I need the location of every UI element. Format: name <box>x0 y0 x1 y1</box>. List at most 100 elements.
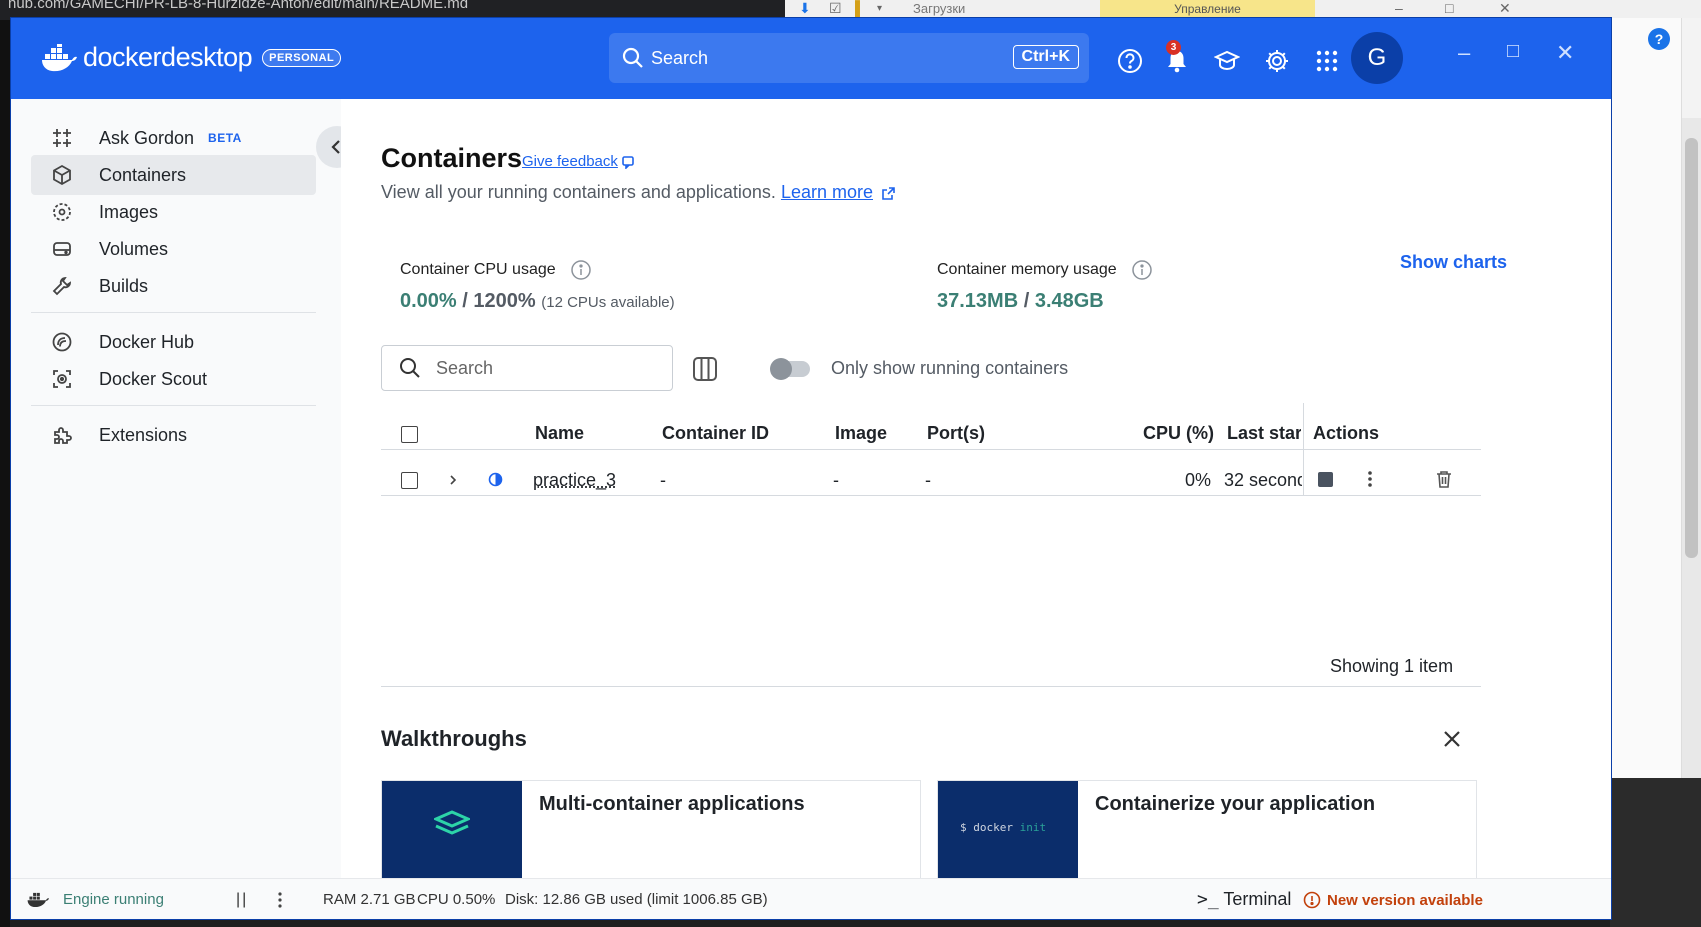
layers-icon <box>434 810 470 835</box>
column-header-container-id[interactable]: Container ID <box>662 423 769 444</box>
trash-icon[interactable] <box>1435 469 1453 489</box>
sidebar-item-extensions[interactable]: Extensions <box>31 415 316 455</box>
walkthrough-thumbnail <box>382 781 522 879</box>
cpu-separator: / <box>456 290 474 312</box>
sidebar-item-label: Builds <box>99 275 149 296</box>
column-header-actions: Actions <box>1313 423 1380 443</box>
columns-icon[interactable] <box>691 355 719 383</box>
cpu-note: (12 CPUs available) <box>541 294 675 311</box>
bg-close-icon: ✕ <box>1499 0 1511 16</box>
sidebar-item-docker-hub[interactable]: Docker Hub <box>31 322 316 362</box>
pause-icon[interactable]: || <box>236 891 248 909</box>
close-icon[interactable]: ✕ <box>1556 40 1574 66</box>
cpu-usage: CPU 0.50% <box>417 891 496 908</box>
dropdown-icon: ▾ <box>877 3 883 14</box>
walkthrough-card-multi-container[interactable]: Multi-container applications <box>381 780 921 879</box>
sidebar-item-docker-scout[interactable]: Docker Scout <box>31 359 316 399</box>
docker-whale-icon <box>27 892 49 908</box>
cpu-total: 1200% <box>473 290 536 312</box>
feedback-icon <box>622 156 634 169</box>
column-header-ports[interactable]: Port(s) <box>927 423 985 444</box>
learn-more-link[interactable]: Learn more <box>781 182 873 202</box>
help-circle-icon[interactable] <box>1117 48 1143 74</box>
more-vert-icon[interactable] <box>1364 469 1376 489</box>
sparkle-icon <box>53 129 71 147</box>
user-avatar[interactable]: G <box>1351 32 1403 84</box>
terminal-icon: >_ <box>1197 889 1219 910</box>
checklist-icon: ☑ <box>829 0 842 16</box>
walkthrough-card-title: Multi-container applications <box>539 793 805 815</box>
memory-total: 3.48GB <box>1034 290 1104 312</box>
wrench-icon <box>52 277 71 296</box>
container-cpu-cell: 0% <box>1185 470 1212 490</box>
background-pane <box>1610 18 1682 778</box>
docker-desktop-window: dockerdesktop PERSONAL Search Ctrl+K 3 G… <box>11 18 1611 919</box>
info-icon[interactable] <box>570 259 592 281</box>
status-bar: Engine running || RAM 2.71 GB CPU 0.50% … <box>11 878 1611 919</box>
memory-usage-label-text: Container memory usage <box>937 261 1117 278</box>
column-header-cpu[interactable]: CPU (%) <box>1143 423 1214 444</box>
sidebar-item-images[interactable]: Images <box>31 192 316 232</box>
puzzle-icon <box>54 427 72 444</box>
show-charts-button[interactable]: Show charts <box>1400 252 1507 273</box>
item-count: Showing 1 item <box>1330 656 1454 676</box>
container-id-cell: - <box>660 470 666 490</box>
brand-name: dockerdesktop <box>83 42 253 73</box>
hub-icon <box>52 332 72 352</box>
container-search[interactable] <box>381 345 673 391</box>
select-all-checkbox[interactable] <box>401 426 418 443</box>
terminal-button[interactable]: >_ Terminal <box>1197 889 1291 910</box>
running-only-toggle[interactable] <box>770 358 810 380</box>
maximize-icon[interactable]: □ <box>1507 40 1519 63</box>
learning-center-icon[interactable] <box>1214 48 1240 74</box>
sidebar-item-builds[interactable]: Builds <box>31 266 316 306</box>
sidebar-item-ask-gordon[interactable]: Ask Gordon BETA <box>31 118 316 158</box>
toggle-knob <box>770 358 792 380</box>
container-name-link[interactable]: practice_3 <box>533 470 616 491</box>
help-icon: ? <box>1648 28 1670 50</box>
sidebar-item-volumes[interactable]: Volumes <box>31 229 316 269</box>
main-content: Containers Give feedback View all your r… <box>341 99 1611 879</box>
downloads-label: Загрузки <box>913 1 966 16</box>
docker-whale-icon <box>42 43 77 71</box>
walkthroughs-title: Walkthroughs <box>381 726 527 751</box>
container-ports-cell: - <box>925 470 931 490</box>
chevron-right-icon[interactable] <box>447 473 459 487</box>
container-search-input[interactable] <box>436 357 656 379</box>
header-divider <box>381 449 1481 450</box>
engine-status[interactable]: Engine running <box>63 891 164 908</box>
apps-grid-icon[interactable] <box>1314 48 1340 74</box>
more-vert-icon[interactable] <box>274 891 286 909</box>
close-walkthroughs-icon[interactable] <box>1441 728 1463 750</box>
column-header-name[interactable]: Name <box>535 423 584 444</box>
gear-icon[interactable] <box>1264 48 1290 74</box>
memory-usage-label: Container memory usage <box>937 259 1153 281</box>
stop-icon[interactable] <box>1318 472 1333 487</box>
minimize-icon[interactable]: – <box>1458 40 1470 66</box>
docker-logo: dockerdesktop PERSONAL <box>41 42 342 73</box>
background-browser-url: hub.com/GAMECHI/PR-LB-8-Hurzidze-Anton/e… <box>0 0 790 20</box>
sidebar-item-containers[interactable]: Containers <box>31 155 316 195</box>
page-subtitle: View all your running containers and app… <box>381 182 896 203</box>
image-icon <box>53 203 71 221</box>
cube-icon <box>53 164 71 186</box>
column-header-image[interactable]: Image <box>835 423 887 444</box>
give-feedback-link[interactable]: Give feedback <box>522 153 636 170</box>
container-image-cell: - <box>833 470 839 490</box>
row-checkbox[interactable] <box>401 472 418 489</box>
background-dark-panel <box>1610 778 1701 927</box>
sidebar-item-label: Containers <box>99 164 187 185</box>
sidebar-item-label: Volumes <box>99 238 169 259</box>
new-version-notice[interactable]: New version available <box>1303 891 1483 909</box>
column-header-last-started[interactable]: Last start <box>1227 423 1301 444</box>
memory-separator: / <box>1018 290 1035 312</box>
folder-icon: ▌ <box>855 0 865 16</box>
info-icon[interactable] <box>1131 259 1153 281</box>
sidebar-item-label: Ask Gordon <box>99 127 195 148</box>
walkthrough-thumbnail: $ docker init <box>938 781 1078 879</box>
sidebar-item-label: Docker Scout <box>99 368 208 389</box>
walkthrough-card-containerize[interactable]: $ docker init Containerize your applicat… <box>937 780 1477 879</box>
sidebar-item-label: Images <box>99 201 159 222</box>
global-search[interactable]: Search Ctrl+K <box>609 33 1089 83</box>
scout-icon <box>53 370 71 388</box>
